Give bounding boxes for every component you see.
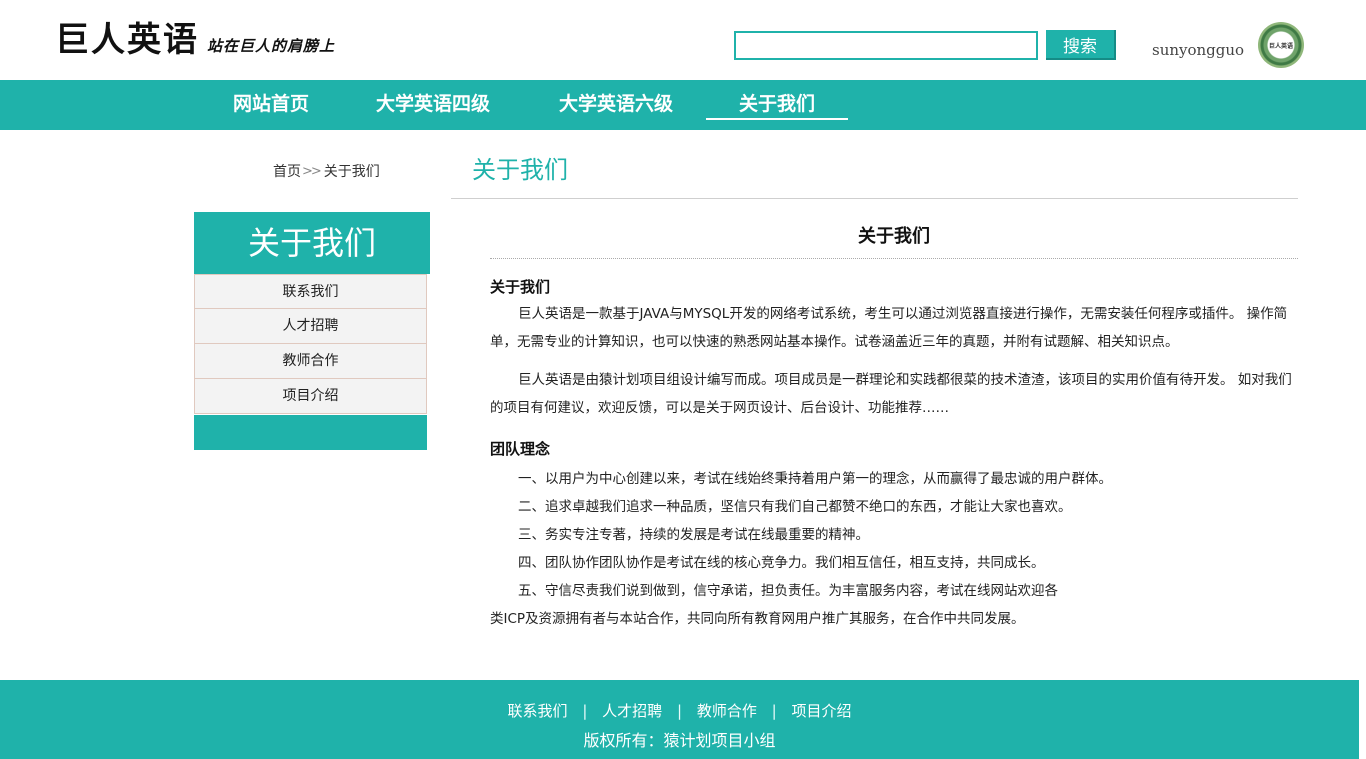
avatar-label: 巨人英语 [1268, 42, 1293, 50]
page-title: 关于我们 [472, 156, 568, 184]
avatar[interactable]: 巨人英语 [1258, 22, 1304, 68]
username-link[interactable]: sunyongguo [1152, 41, 1244, 59]
nav-item-home[interactable]: 网站首页 [211, 80, 331, 130]
copyright-text: 版权所有：猿计划项目小组 [583, 731, 776, 750]
sidebar-item-project[interactable]: 项目介绍 [194, 379, 427, 414]
article-divider [490, 258, 1298, 259]
search-input[interactable] [734, 31, 1038, 60]
main-nav: 网站首页 大学英语四级 大学英语六级 关于我们 [0, 80, 1366, 130]
footer-links: 联系我们 | 人才招聘 | 教师合作 | 项目介绍 [0, 700, 1359, 721]
team-value-5: 五、守信尽责我们说到做到，信守承诺，担负责任。为丰富服务内容，考试在线网站欢迎各 [518, 583, 1058, 599]
section-heading-team: 团队理念 [490, 440, 551, 458]
nav-item-cet4[interactable]: 大学英语四级 [352, 80, 514, 130]
footer-separator: | [676, 702, 683, 720]
nav-item-cet6[interactable]: 大学英语六级 [535, 80, 697, 130]
team-value-3: 三、务实专注专著，持续的发展是考试在线最重要的精神。 [518, 527, 869, 543]
section-heading-about: 关于我们 [490, 278, 551, 296]
about-paragraph-2: 巨人英语是由猿计划项目组设计编写而成。项目成员是一群理论和实践都很菜的技术渣渣，… [490, 372, 1292, 416]
sidebar-item-contact[interactable]: 联系我们 [194, 274, 427, 309]
sidebar-heading: 关于我们 [194, 212, 430, 274]
breadcrumb-home[interactable]: 首页 [273, 161, 301, 181]
sidebar-footer [194, 415, 427, 450]
article-title: 关于我们 [858, 226, 930, 247]
team-value-2: 二、追求卓越我们追求一种品质，坚信只有我们自己都赞不绝口的东西，才能让大家也喜欢… [518, 499, 1072, 515]
breadcrumb-separator: >> [302, 163, 322, 179]
sidebar-item-jobs[interactable]: 人才招聘 [194, 309, 427, 344]
site-header: 巨人英语 站在巨人的肩膀上 搜索 sunyongguo 巨人英语 [0, 0, 1366, 80]
nav-item-about[interactable]: 关于我们 [706, 80, 848, 130]
footer-link-contact[interactable]: 联系我们 [508, 702, 568, 720]
title-divider [451, 198, 1298, 199]
site-logo[interactable]: 巨人英语 站在巨人的肩膀上 [55, 20, 335, 60]
logo-title: 巨人英语 [55, 20, 199, 60]
footer-separator: | [582, 702, 588, 720]
sidebar-menu: 联系我们 人才招聘 教师合作 项目介绍 [194, 274, 427, 414]
breadcrumb-current: 关于我们 [323, 164, 380, 180]
footer-separator: | [771, 702, 777, 720]
team-value-1: 一、以用户为中心创建以来，考试在线始终秉持着用户第一的理念，从而赢得了最忠诚的用… [518, 471, 1112, 487]
about-paragraph-1: 巨人英语是一款基于JAVA与MYSQL开发的网络考试系统，考生可以通过浏览器直接… [490, 306, 1288, 350]
site-footer: 联系我们 | 人才招聘 | 教师合作 | 项目介绍 版权所有：猿计划项目小组 [0, 680, 1359, 759]
sidebar-item-teachers[interactable]: 教师合作 [194, 344, 427, 379]
team-value-5-cont: 类ICP及资源拥有者与本站合作，共同向所有教育网用户推广其服务，在合作中共同发展… [490, 611, 1025, 627]
logo-slogan: 站在巨人的肩膀上 [207, 37, 336, 55]
footer-link-teachers[interactable]: 教师合作 [697, 702, 757, 720]
search-button[interactable]: 搜索 [1046, 30, 1116, 60]
footer-link-project[interactable]: 项目介绍 [791, 702, 851, 720]
footer-link-jobs[interactable]: 人才招聘 [602, 702, 662, 720]
breadcrumb: 首页 >> 关于我们 [273, 161, 380, 181]
team-value-4: 四、团队协作团队协作是考试在线的核心竞争力。我们相互信任，相互支持，共同成长。 [518, 555, 1045, 571]
